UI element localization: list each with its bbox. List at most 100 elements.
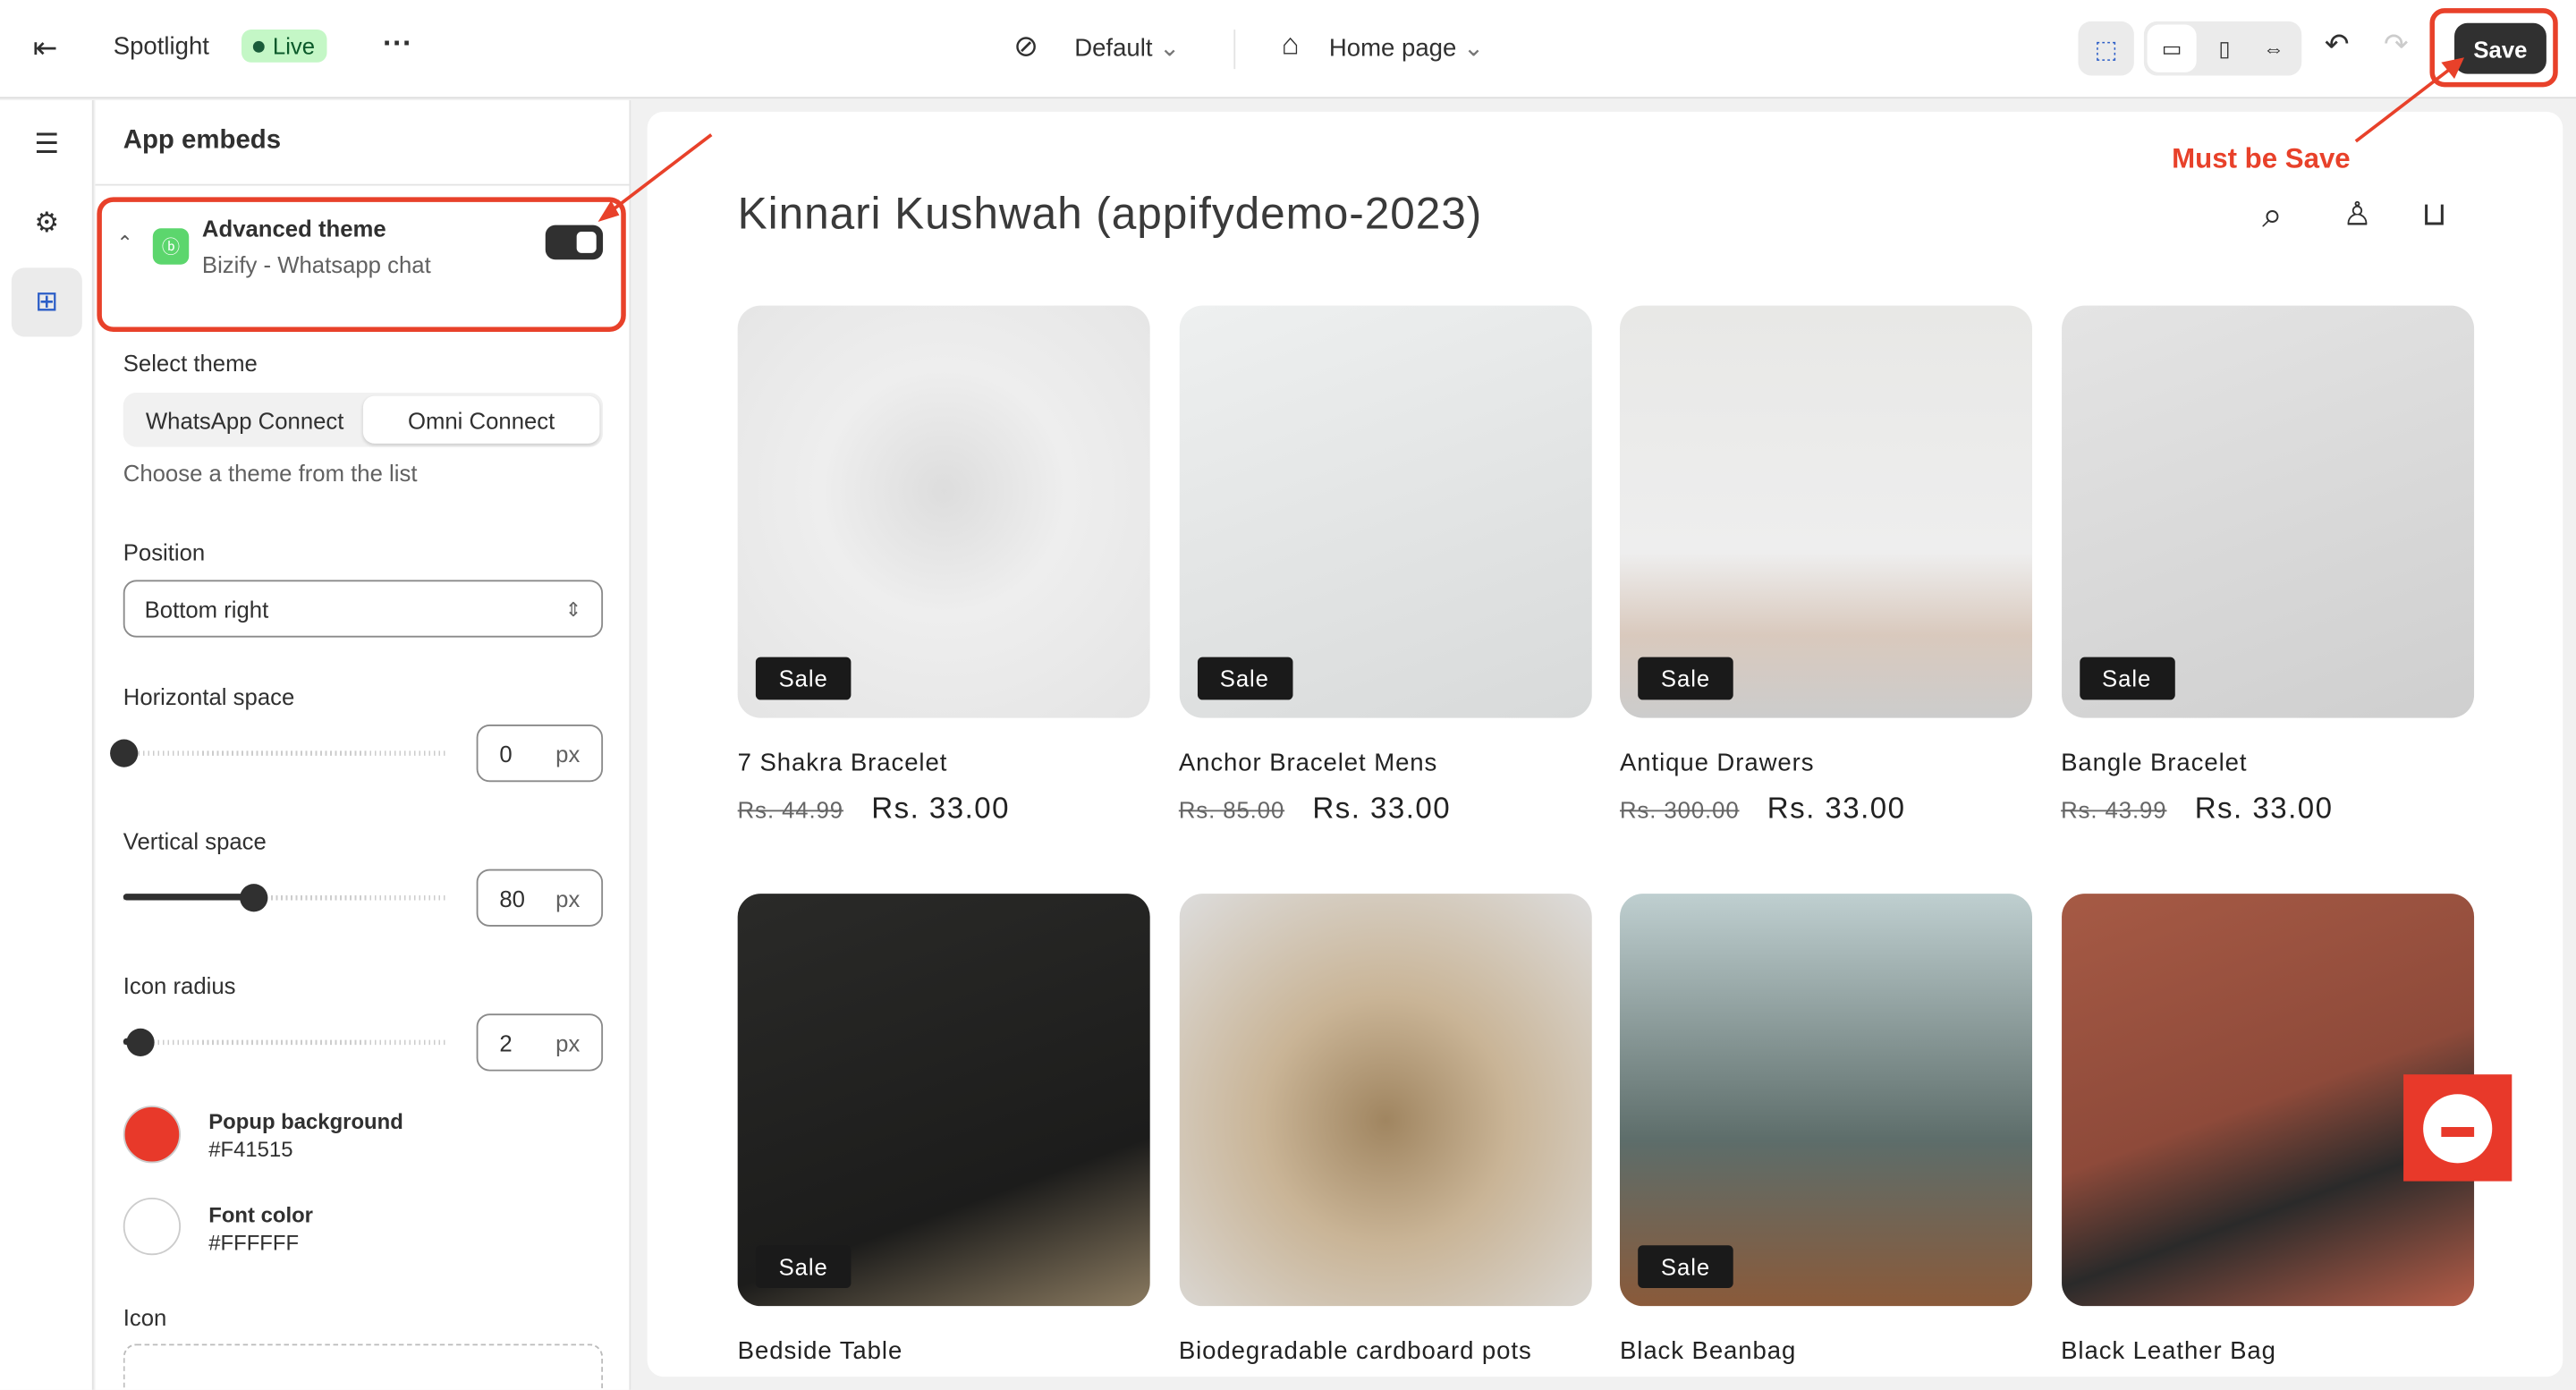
horizontal-space-input[interactable]: 0 px [476,724,604,783]
product-image[interactable]: Sale [737,305,1150,718]
vertical-space-input[interactable]: 80 px [476,869,604,927]
vertical-space-value: 80 [499,885,525,911]
inspector-icon[interactable]: ⬚ [2078,21,2134,76]
undo-icon[interactable]: ↶ [2325,28,2350,63]
icon-upload-area[interactable] [123,1343,604,1390]
chevron-down-icon: ⌄ [1159,34,1181,63]
unit-label: px [555,1029,580,1056]
original-price: Rs. 85.00 [1178,796,1285,824]
product-card[interactable]: Sale Black Beanbag [1619,894,2032,1365]
product-name[interactable]: Anchor Bracelet Mens [1179,750,1591,777]
original-price: Rs. 300.00 [1619,796,1740,824]
popup-background-swatch[interactable] [123,1106,182,1164]
chat-launcher[interactable]: ▬ [2403,1074,2512,1182]
store-name: Spotlight [113,32,209,61]
chat-icon: ▬ [2423,1093,2493,1163]
vertical-space-label: Vertical space [123,827,267,855]
horizontal-space-label: Horizontal space [123,683,295,710]
product-card[interactable]: Sale 7 Shakra Bracelet Rs. 44.99 Rs. 33.0… [737,305,1150,826]
sidebar-rail: ☰ ⚙ ⊞ [0,100,94,1390]
product-card[interactable]: Sale Antique Drawers Rs. 300.00 Rs. 33.00 [1619,305,2032,826]
product-name[interactable]: Biodegradable cardboard pots [1179,1337,1591,1365]
page-selector-label: Home page [1328,34,1457,63]
theme-segmented-control: WhatsApp Connect Omni Connect [123,392,604,447]
font-color-swatch[interactable] [123,1197,182,1256]
theme-selector[interactable]: Default ⌄ [1074,33,1180,63]
slider-thumb[interactable] [240,884,268,912]
whatsapp-icon: ⓑ [152,228,190,265]
product-price: Rs. 43.99 Rs. 33.00 [2061,792,2473,826]
divider [95,183,630,186]
sale-price: Rs. 33.00 [2194,792,2334,826]
icon-radius-slider[interactable] [123,1028,449,1056]
product-price: Rs. 85.00 Rs. 33.00 [1179,792,1591,826]
product-name[interactable]: Antique Drawers [1620,750,2032,777]
product-image[interactable]: Sale [1619,305,2032,718]
store-preview: Kinnari Kushwah (appifydemo-2023) ⌕ ♙ ⊔ … [647,111,2563,1377]
sale-price: Rs. 33.00 [1767,792,1906,826]
product-name[interactable]: 7 Shakra Bracelet [738,750,1150,777]
sale-badge: Sale [755,657,852,700]
account-icon[interactable]: ♙ [2343,194,2372,235]
more-menu-icon[interactable]: ··· [383,26,412,61]
live-badge: Live [241,30,326,63]
embed-app: Bizify - Whatsapp chat [201,251,431,278]
font-color-label: Font color [208,1202,313,1228]
slider-thumb[interactable] [110,739,139,767]
store-title: Kinnari Kushwah (appifydemo-2023) [737,189,1483,239]
sale-badge: Sale [1638,657,1733,700]
exit-icon[interactable]: ⇤ [33,31,58,66]
position-select[interactable]: Bottom right ⇕ [123,580,604,638]
home-icon: ⌂ [1281,28,1300,61]
fullscreen-icon[interactable]: ⇔ [2249,25,2298,72]
embed-name: Advanced theme [201,215,386,242]
cart-icon[interactable]: ⊔ [2421,194,2447,235]
search-icon[interactable]: ⌕ [2262,194,2283,237]
settings-panel: App embeds ⌃ ⓑ Advanced theme Bizify - W… [95,100,631,1390]
horizontal-space-slider[interactable] [110,739,449,767]
theme-option-whatsapp-connect[interactable]: WhatsApp Connect [126,396,362,444]
theme-option-omni-connect[interactable]: Omni Connect [362,395,600,444]
unit-label: px [555,740,580,767]
product-image[interactable] [1178,894,1591,1307]
original-price: Rs. 43.99 [2061,796,2167,824]
sale-badge: Sale [755,1245,852,1288]
product-image[interactable]: Sale [737,894,1150,1307]
embed-toggle[interactable] [545,225,604,260]
redo-icon[interactable]: ↷ [2384,28,2409,63]
theme-selector-label: Default [1074,34,1153,63]
product-image[interactable]: Sale [1619,894,2032,1307]
device-toggle: ▭ ▯ ⇔ [2143,21,2302,76]
product-card[interactable]: Sale Bedside Table [737,894,1150,1365]
desktop-icon[interactable]: ▭ [2147,24,2197,72]
page-selector[interactable]: Home page ⌄ [1329,33,1484,63]
live-badge-label: Live [272,32,316,60]
chevron-down-icon: ⌄ [1463,34,1485,63]
product-name[interactable]: Bedside Table [738,1337,1150,1365]
icon-radius-input[interactable]: 2 px [476,1013,604,1072]
font-color-value: #FFFFFF [208,1230,300,1256]
unit-label: px [555,885,580,911]
product-image[interactable]: Sale [2061,305,2474,718]
sale-badge: Sale [1638,1245,1733,1288]
product-name[interactable]: Bangle Bracelet [2061,750,2473,777]
product-name[interactable]: Black Beanbag [1620,1337,2032,1365]
chevron-up-icon[interactable]: ⌃ [116,232,132,255]
mobile-icon[interactable]: ▯ [2199,25,2249,72]
product-card[interactable]: Biodegradable cardboard pots [1178,894,1591,1365]
sections-icon[interactable]: ☰ [12,110,82,179]
app-embeds-icon[interactable]: ⊞ [11,267,82,337]
popup-background-label: Popup background [208,1108,403,1134]
product-price: Rs. 300.00 Rs. 33.00 [1620,792,2032,826]
product-image[interactable]: Sale [1178,305,1591,718]
slider-fill [123,894,254,901]
save-button[interactable]: Save [2454,22,2546,74]
vertical-space-slider[interactable] [123,884,449,912]
product-name[interactable]: Black Leather Bag [2061,1337,2473,1365]
gear-icon[interactable]: ⚙ [12,189,82,258]
slider-thumb[interactable] [126,1028,155,1056]
status-dot [252,39,265,52]
divider [1233,30,1236,70]
product-card[interactable]: Sale Anchor Bracelet Mens Rs. 85.00 Rs. 3… [1178,305,1591,826]
product-card[interactable]: Sale Bangle Bracelet Rs. 43.99 Rs. 33.00 [2061,305,2474,826]
